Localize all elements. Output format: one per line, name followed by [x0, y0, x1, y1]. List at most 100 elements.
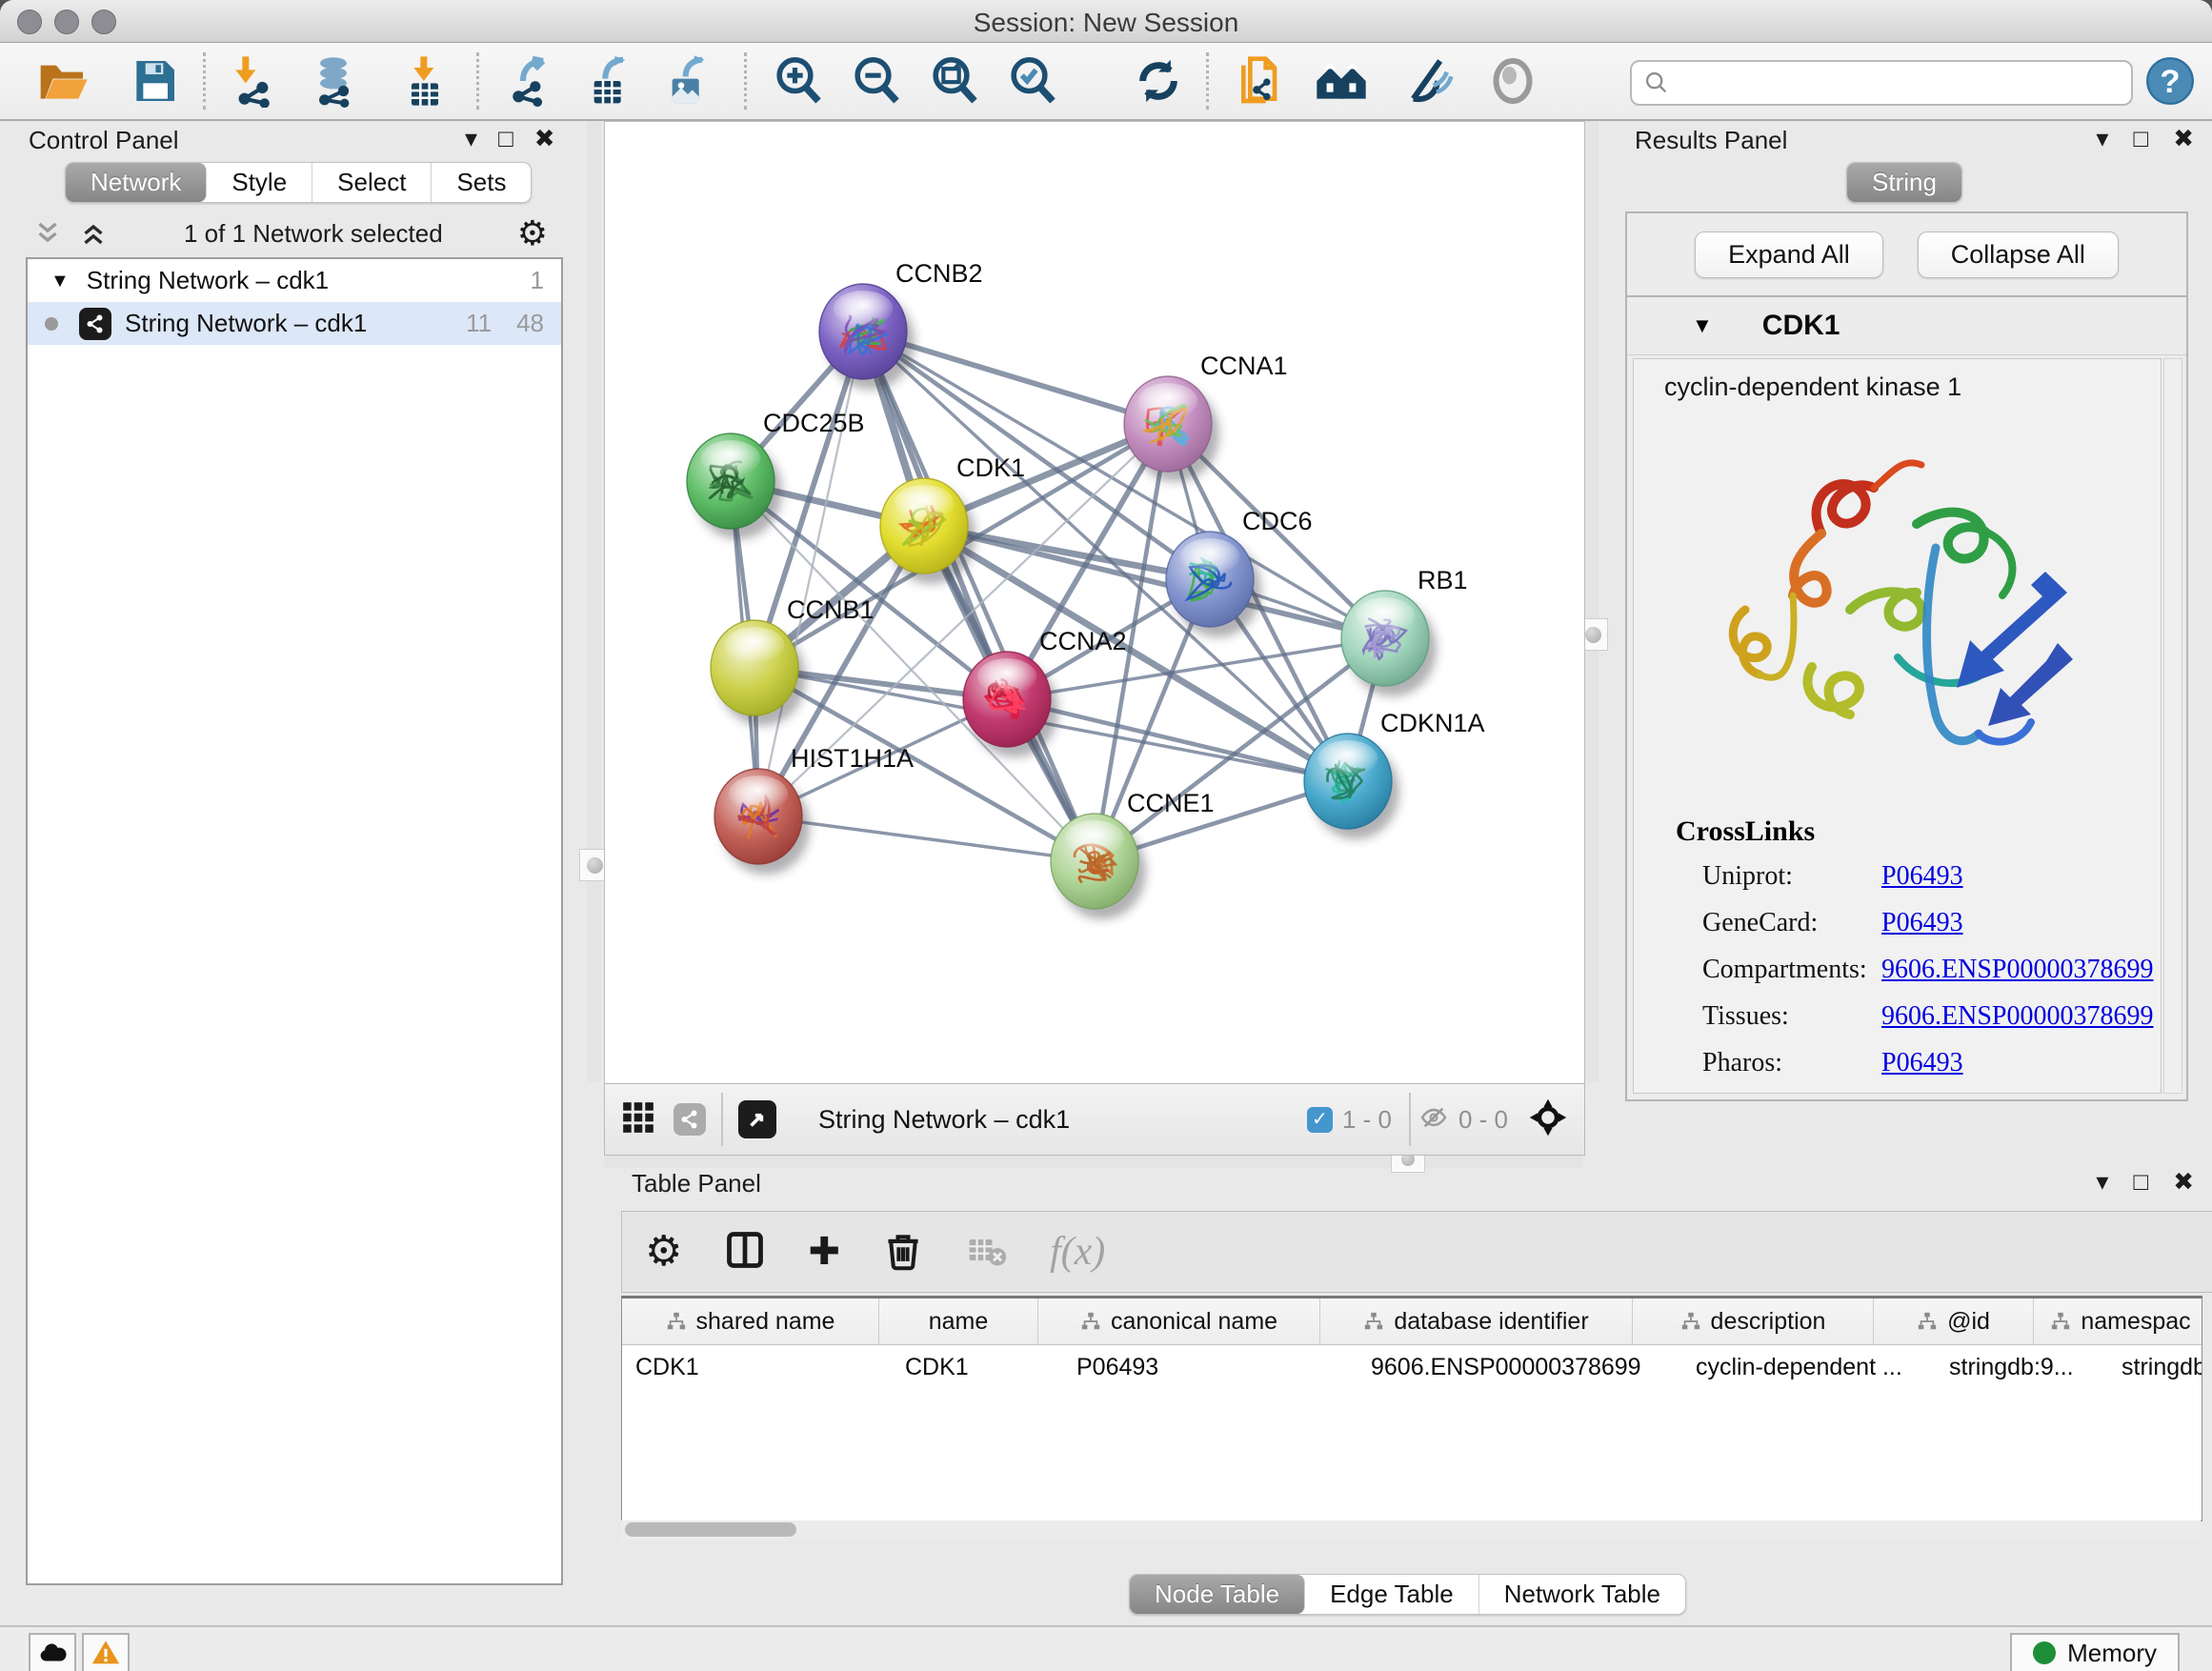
search-input[interactable] [1679, 69, 2120, 97]
zoom-fit-icon[interactable] [928, 54, 981, 108]
table-cell[interactable]: CDK1 [622, 1345, 892, 1389]
node-CCNA1[interactable] [1124, 376, 1219, 482]
node-CDKN1A[interactable] [1304, 734, 1399, 839]
export-image-icon[interactable] [661, 54, 714, 108]
string-home-icon[interactable] [1315, 54, 1368, 108]
import-network-database-icon[interactable] [307, 54, 360, 108]
node-entry-header[interactable]: ▼ CDK1 [1627, 297, 2186, 355]
column-header-description[interactable]: description [1633, 1299, 1874, 1344]
node-HIST1H1A[interactable] [714, 769, 810, 875]
expand-all-icon[interactable] [77, 217, 110, 250]
network-view-title: String Network – cdk1 [818, 1105, 1070, 1135]
tab-sets[interactable]: Sets [432, 163, 531, 202]
tree-expanded-icon[interactable]: ▼ [50, 272, 70, 291]
collapse-all-icon[interactable] [31, 217, 64, 250]
table-hscrollbar[interactable] [621, 1520, 2201, 1540]
hide-graphics-icon[interactable] [1402, 54, 1456, 108]
open-in-window-icon[interactable] [738, 1100, 776, 1138]
export-network-icon[interactable] [503, 54, 556, 108]
network-collection-row[interactable]: ▼ String Network – cdk1 1 [28, 259, 561, 302]
warning-status-button[interactable] [82, 1633, 130, 1671]
tab-node-table[interactable]: Node Table [1130, 1575, 1305, 1614]
control-panel-close-icon[interactable]: ✖ [534, 126, 555, 151]
network-row-selected[interactable]: String Network – cdk1 11 48 [28, 302, 561, 345]
tab-select[interactable]: Select [312, 163, 432, 202]
control-panel-float-icon[interactable]: □ [498, 126, 513, 151]
zoom-out-icon[interactable] [850, 54, 903, 108]
zoom-selected-icon[interactable] [1006, 54, 1059, 108]
results-panel-float-icon[interactable]: □ [2133, 126, 2148, 151]
column-header-name[interactable]: name [879, 1299, 1038, 1344]
crosslink-link[interactable]: P06493 [1881, 908, 1963, 938]
table-toolbar: ⚙ ✚ f(x) [621, 1211, 2212, 1293]
results-panel-menu-icon[interactable]: ▾ [2096, 126, 2108, 151]
tab-style[interactable]: Style [207, 163, 312, 202]
results-panel-close-icon[interactable]: ✖ [2173, 126, 2194, 151]
node-CCNB2[interactable] [819, 284, 915, 390]
help-icon[interactable]: ? [2145, 56, 2199, 110]
export-table-icon[interactable] [583, 54, 636, 108]
zoom-in-icon[interactable] [772, 54, 825, 108]
share-document-icon[interactable] [1235, 54, 1288, 108]
entry-collapse-icon[interactable]: ▼ [1692, 315, 1713, 336]
tab-string[interactable]: String [1847, 163, 1961, 202]
eye-icon[interactable] [1486, 54, 1539, 108]
control-panel-menu-icon[interactable]: ▾ [465, 126, 477, 151]
table-hscrollbar-thumb[interactable] [625, 1522, 796, 1537]
bottom-splitter[interactable] [604, 1155, 1583, 1168]
hidden-eye-icon[interactable] [1418, 1102, 1449, 1137]
fit-selected-crosshair-icon[interactable] [1527, 1097, 1569, 1143]
tab-edge-table[interactable]: Edge Table [1305, 1575, 1479, 1614]
memory-button[interactable]: Memory [2010, 1633, 2180, 1671]
column-header-namespac[interactable]: namespac [2034, 1299, 2202, 1344]
crosslink-link[interactable]: P06493 [1881, 861, 1963, 892]
column-header-database-identifier[interactable]: database identifier [1320, 1299, 1633, 1344]
results-scrollbar[interactable] [2163, 358, 2182, 1094]
add-column-icon[interactable]: ✚ [808, 1233, 840, 1271]
birds-eye-view-icon[interactable] [620, 1099, 656, 1140]
import-table-file-icon[interactable] [398, 54, 452, 108]
selected-checkbox-icon[interactable]: ✓ [1307, 1107, 1333, 1133]
show-columns-icon[interactable] [724, 1229, 766, 1276]
save-session-icon[interactable] [128, 54, 181, 108]
table-cell[interactable]: cyclin-dependent ... [1682, 1345, 1936, 1389]
tab-network-table[interactable]: Network Table [1479, 1575, 1685, 1614]
table-row[interactable]: CDK1CDK1P064939606.ENSP00000378699cyclin… [622, 1345, 2202, 1389]
table-cell[interactable]: stringdb [2108, 1345, 2202, 1389]
tab-network[interactable]: Network [66, 163, 207, 202]
expand-all-button[interactable]: Expand All [1695, 232, 1883, 278]
network-type-icon [79, 308, 111, 340]
node-CDC6[interactable] [1166, 532, 1261, 637]
table-cell[interactable]: stringdb:9... [1936, 1345, 2108, 1389]
network-options-gear-icon[interactable]: ⚙ [517, 216, 548, 251]
cloud-status-button[interactable] [29, 1633, 76, 1671]
right-splitter[interactable] [1584, 121, 1599, 1082]
import-network-file-icon[interactable] [227, 54, 280, 108]
crosslink-link[interactable]: P06493 [1881, 1048, 1963, 1078]
crosslink-link[interactable]: 9606.ENSP00000378699 [1881, 955, 2153, 985]
table-options-gear-icon[interactable]: ⚙ [645, 1231, 682, 1273]
collapse-all-button[interactable]: Collapse All [1918, 232, 2119, 278]
table-panel-float-icon[interactable]: □ [2133, 1169, 2148, 1194]
node-CCNA2[interactable] [963, 652, 1058, 757]
table-cell[interactable]: P06493 [1063, 1345, 1357, 1389]
crosslink-link[interactable]: 9606.ENSP00000378699 [1881, 1001, 2153, 1032]
table-panel-title: Table Panel [632, 1169, 761, 1198]
node-RB1[interactable] [1341, 591, 1437, 696]
left-splitter[interactable] [587, 121, 601, 1082]
column-header-shared-name[interactable]: shared name [622, 1299, 879, 1344]
node-CDK1[interactable] [880, 478, 975, 584]
node-CDC25B[interactable] [687, 433, 782, 539]
delete-column-icon[interactable] [882, 1229, 924, 1276]
network-canvas[interactable]: CCNB2CCNA1CDC25BCDK1CDC6RB1CCNB1CCNA2CDK… [604, 121, 1585, 1084]
table-panel-close-icon[interactable]: ✖ [2173, 1169, 2194, 1194]
table-cell[interactable]: 9606.ENSP00000378699 [1357, 1345, 1682, 1389]
node-CCNE1[interactable] [1051, 814, 1146, 919]
refresh-view-icon[interactable] [1132, 54, 1185, 108]
search-field[interactable] [1630, 60, 2133, 106]
column-header-canonical-name[interactable]: canonical name [1038, 1299, 1320, 1344]
open-session-icon[interactable] [36, 54, 90, 108]
column-header-@id[interactable]: @id [1874, 1299, 2034, 1344]
table-cell[interactable]: CDK1 [892, 1345, 1063, 1389]
table-panel-menu-icon[interactable]: ▾ [2096, 1169, 2108, 1194]
